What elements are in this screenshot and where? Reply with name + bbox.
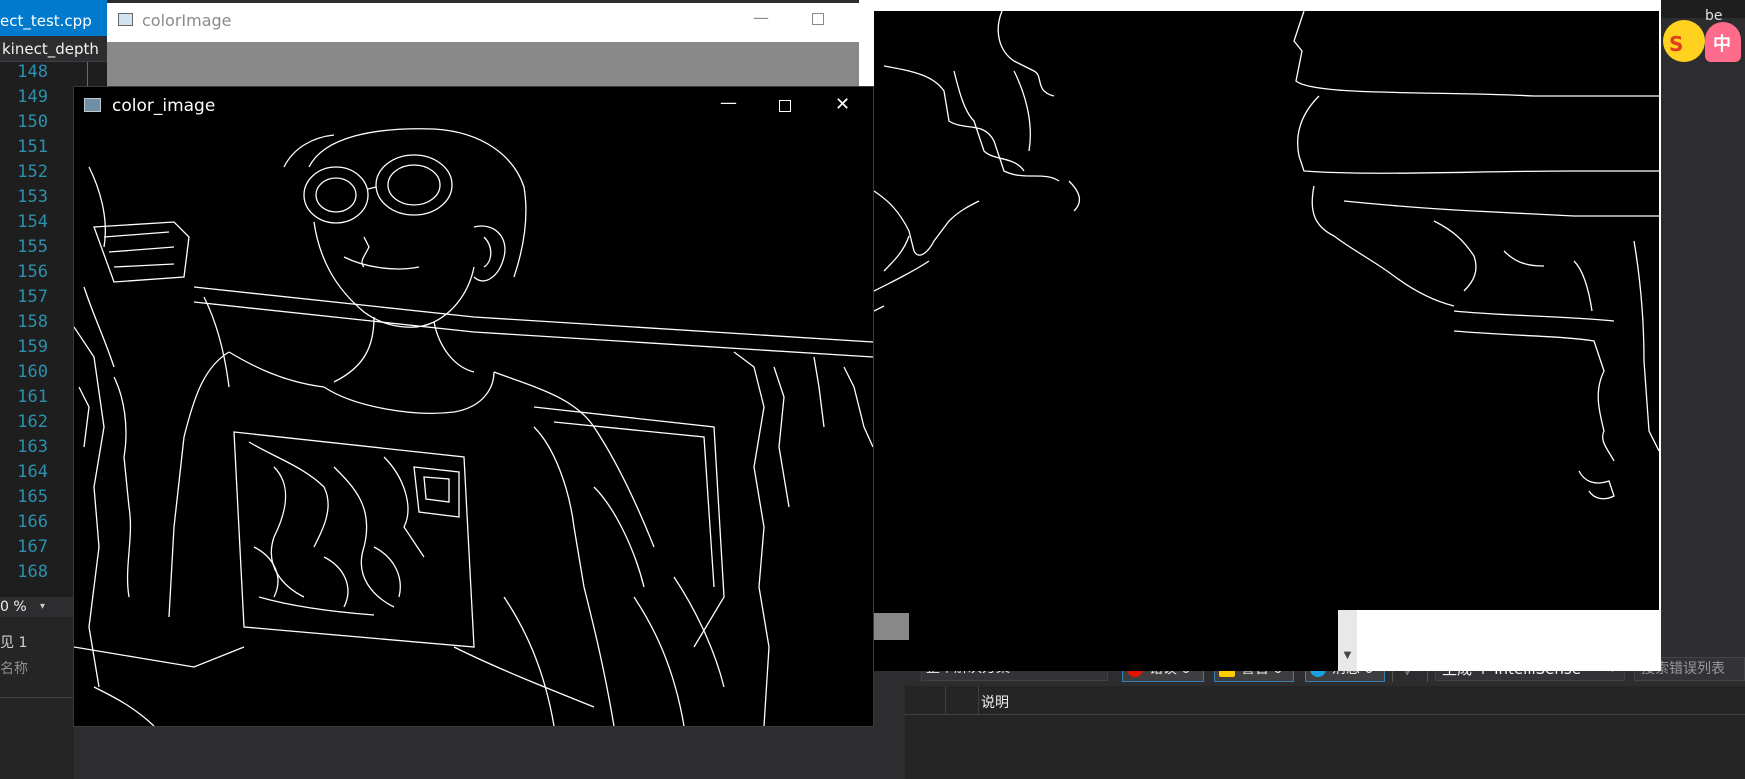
maximize-icon[interactable]: [812, 13, 824, 25]
line-number: 151: [17, 137, 48, 157]
right-panel: [1660, 0, 1745, 600]
line-number: 168: [17, 562, 48, 582]
line-number: 155: [17, 237, 48, 257]
window-title: color_image: [112, 96, 216, 116]
zoom-level[interactable]: 0 %: [0, 597, 75, 617]
line-number: 153: [17, 187, 48, 207]
line-number: 148: [17, 62, 48, 82]
tray-strip: [1660, 0, 1745, 18]
chevron-down-icon[interactable]: ▾: [40, 597, 45, 617]
scroll-thumb[interactable]: [874, 613, 909, 640]
vertical-scrollbar[interactable]: [1338, 610, 1357, 671]
canny-edge-image: [74, 127, 873, 726]
solution-item[interactable]: 见 1: [0, 632, 27, 652]
input-method-s-icon: S: [1669, 32, 1684, 56]
divider: [905, 714, 1745, 715]
line-number: 167: [17, 537, 48, 557]
line-number: 161: [17, 387, 48, 407]
line-number: 162: [17, 412, 48, 432]
line-number: 159: [17, 337, 48, 357]
line-number: 160: [17, 362, 48, 382]
close-icon[interactable]: ✕: [835, 94, 850, 115]
line-number: 163: [17, 437, 48, 457]
name-column-header[interactable]: 名称: [0, 658, 28, 678]
project-dropdown[interactable]: kinect_depth: [0, 36, 107, 62]
edge-drawing: [74, 128, 873, 726]
depth-edge-image: [874, 11, 1659, 610]
minimize-icon[interactable]: —: [753, 8, 769, 27]
line-number: 165: [17, 487, 48, 507]
image-viewport-blank: [874, 610, 1338, 671]
line-number: 152: [17, 162, 48, 182]
solution-panel: 见 1 名称: [0, 617, 74, 779]
minimize-icon[interactable]: —: [720, 93, 737, 113]
line-number: 150: [17, 112, 48, 132]
scroll-down-arrow-icon[interactable]: ▼: [1338, 650, 1357, 661]
description-column-header[interactable]: 说明: [981, 692, 1009, 712]
error-list-grid[interactable]: [905, 686, 1745, 779]
app-icon: [118, 13, 133, 26]
window-title: colorImage: [142, 11, 232, 30]
chinese-mode-icon: 中: [1713, 34, 1731, 55]
divider: [0, 697, 74, 698]
column-separator[interactable]: [978, 686, 979, 714]
line-number: 157: [17, 287, 48, 307]
app-icon: [84, 98, 101, 112]
depth-edge-drawing: [874, 11, 1659, 500]
line-number: 154: [17, 212, 48, 232]
maximize-icon[interactable]: [779, 100, 791, 112]
line-number: 158: [17, 312, 48, 332]
line-number: 156: [17, 262, 48, 282]
line-number: 166: [17, 512, 48, 532]
line-number: 149: [17, 87, 48, 107]
line-number: 164: [17, 462, 48, 482]
column-separator[interactable]: [945, 686, 946, 714]
